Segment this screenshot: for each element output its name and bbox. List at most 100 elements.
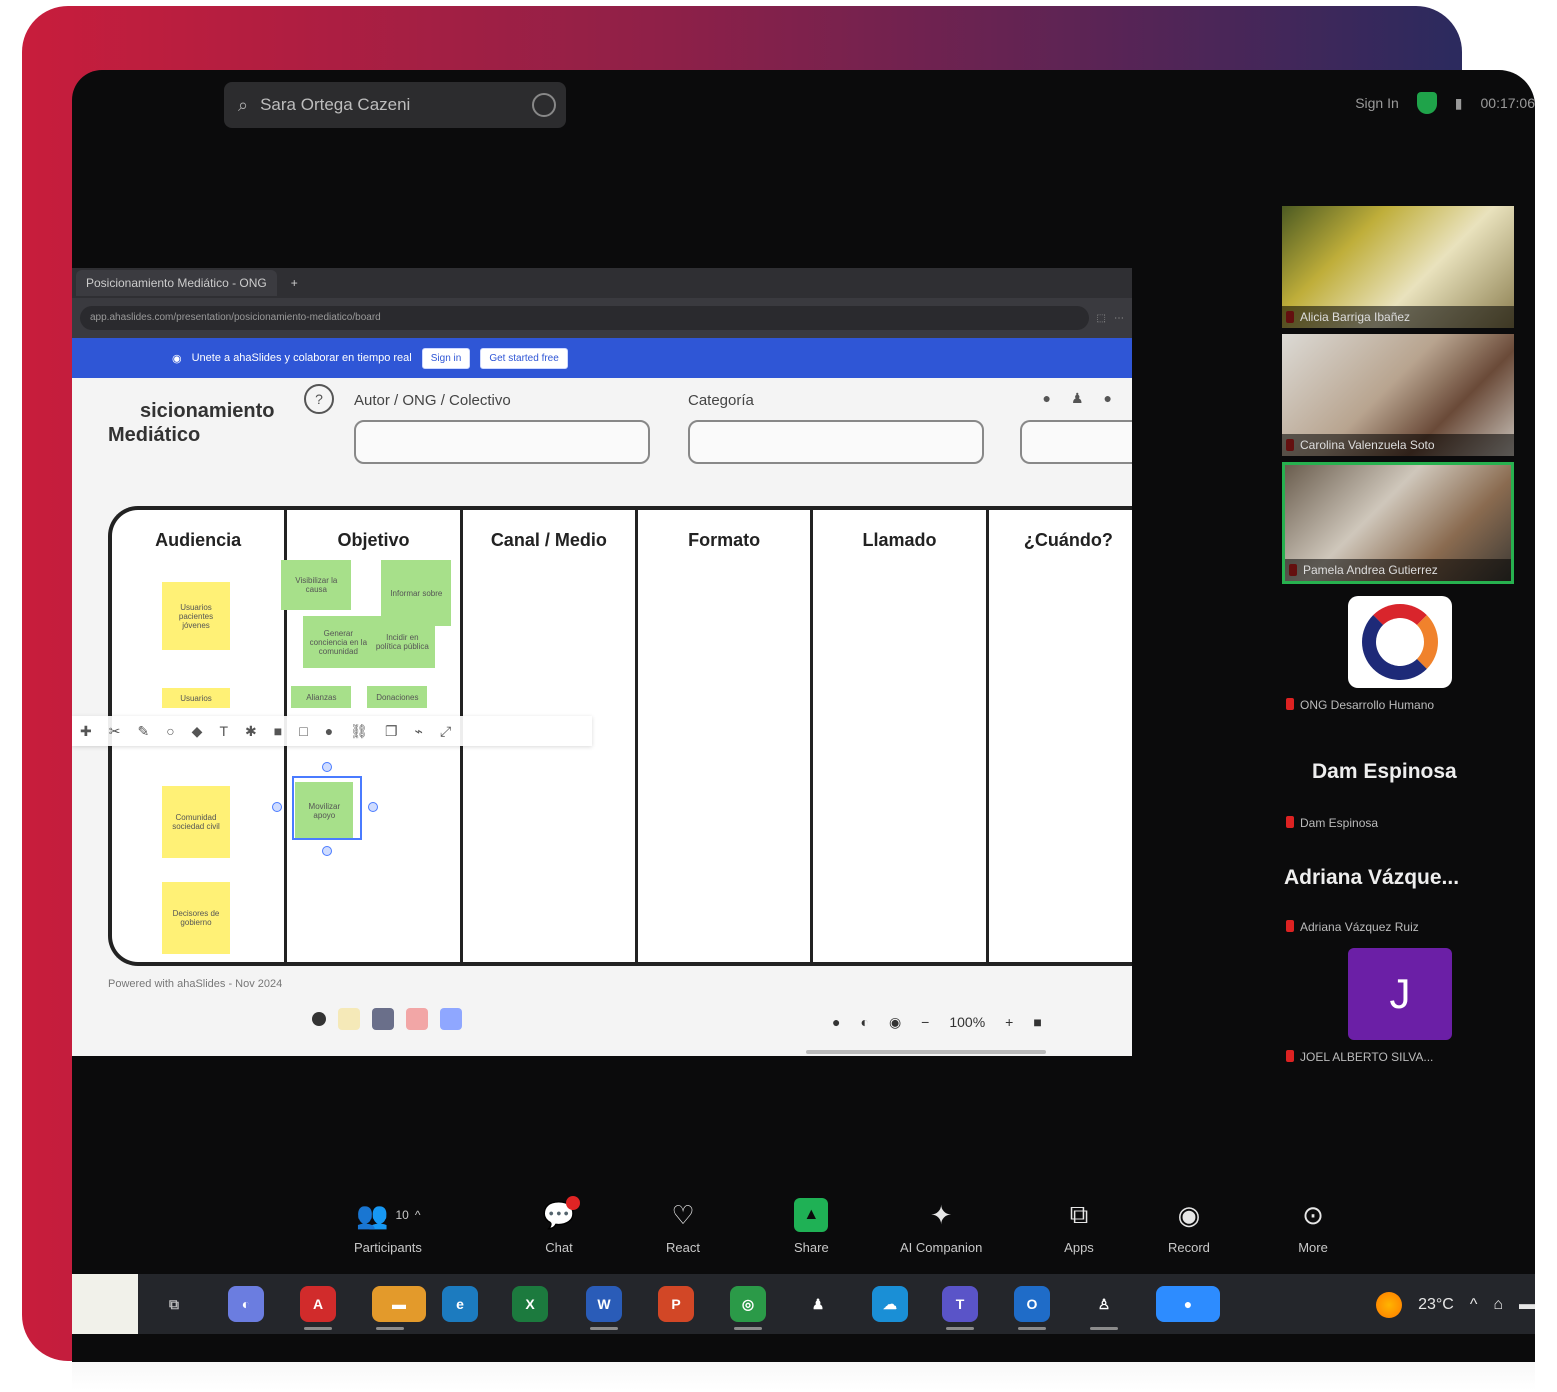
record-button[interactable]: ◉ Record	[1168, 1198, 1210, 1256]
copy-icon[interactable]: ❐	[385, 723, 398, 740]
ai-companion-button[interactable]: ✦ AI Companion	[900, 1198, 982, 1256]
share-button[interactable]: ▲ Share	[794, 1198, 829, 1255]
tray-chevron-icon[interactable]: ^	[1470, 1296, 1478, 1314]
browser-menu-icon[interactable]: ⋯	[1114, 313, 1124, 324]
help-icon[interactable]: ?	[304, 384, 334, 414]
volume-icon[interactable]: ▬	[1519, 1296, 1535, 1314]
redo-icon[interactable]: ◐	[860, 1014, 868, 1031]
link-icon[interactable]: ⛓	[350, 723, 368, 740]
meeting-search-box[interactable]: ⌕ Sara Ortega Cazeni	[224, 82, 566, 128]
border-icon[interactable]: □	[299, 723, 307, 739]
apps-button[interactable]: ⧉ Apps	[1062, 1198, 1096, 1255]
excel-icon[interactable]: X	[512, 1286, 548, 1322]
sticky-note[interactable]: Comunidad sociedad civil	[162, 786, 230, 858]
outlook-icon[interactable]: O	[1014, 1286, 1050, 1330]
template-tool-icon[interactable]	[440, 1008, 462, 1030]
participant-video[interactable]: Carolina Valenzuela Soto	[1282, 334, 1514, 456]
participant-tile[interactable]: Adriana Vázque... Adriana Vázquez Ruiz	[1282, 838, 1514, 942]
sticky-tool-icon[interactable]	[338, 1008, 360, 1030]
clear-icon[interactable]	[532, 93, 556, 117]
pen-icon[interactable]: ✎	[137, 723, 149, 740]
address-bar[interactable]: app.ahaslides.com/presentation/posiciona…	[80, 306, 1089, 330]
browser-tab[interactable]: Posicionamiento Mediático - ONG	[76, 270, 277, 296]
zoom-app-icon[interactable]: ●	[1156, 1286, 1220, 1322]
participant-video[interactable]: Alicia Barriga Ibañez	[1282, 206, 1514, 328]
fit-icon[interactable]: ◉	[889, 1014, 901, 1031]
add-icon[interactable]: ✚	[80, 723, 92, 740]
teams-icon[interactable]: T	[942, 1286, 978, 1330]
resize-handle[interactable]	[368, 802, 378, 812]
resize-handle[interactable]	[322, 846, 332, 856]
react-button[interactable]: ♡ React	[666, 1198, 700, 1256]
user-icon[interactable]: ♟	[1071, 390, 1084, 407]
fill-icon[interactable]: ■	[274, 723, 282, 739]
chat-button[interactable]: 💬 Chat	[542, 1196, 580, 1255]
share-board-icon[interactable]: ●	[1043, 390, 1051, 407]
edge-icon[interactable]: e	[442, 1286, 478, 1322]
rotate-handle[interactable]	[322, 762, 332, 772]
person-app-icon[interactable]: ♙	[1086, 1286, 1122, 1330]
share-label: Share	[794, 1240, 829, 1255]
participants-button[interactable]: 👥 10 ^ Participants	[354, 1198, 422, 1256]
network-icon[interactable]: ⌂	[1493, 1296, 1503, 1314]
cut-icon[interactable]: ✂	[109, 723, 121, 740]
browser-extension-icon[interactable]: ⬚	[1097, 313, 1106, 324]
minimap-icon[interactable]: ■	[1033, 1014, 1041, 1031]
participant-tile-logo[interactable]: ONG Desarrollo Humano	[1282, 590, 1514, 720]
pointer-tool-icon[interactable]	[312, 1012, 326, 1026]
shape-tool-icon[interactable]	[406, 1008, 428, 1030]
cloud-app-icon[interactable]: ☁	[872, 1286, 908, 1322]
acrobat-icon[interactable]: A	[300, 1286, 336, 1330]
lock-icon[interactable]: ⌁	[415, 723, 423, 740]
powerpoint-icon[interactable]: P	[658, 1286, 694, 1322]
selection-box[interactable]	[292, 776, 362, 840]
text-icon[interactable]: T	[219, 723, 228, 739]
sticky-note[interactable]: Decisores de gobierno	[162, 882, 230, 954]
weather-widget-thumbnail[interactable]	[72, 1274, 138, 1334]
new-tab-icon[interactable]: +	[291, 276, 298, 290]
participant-display-name: Dam Espinosa	[1312, 760, 1457, 783]
whiteboard-canvas[interactable]: sicionamiento Mediático ? Autor / ONG / …	[72, 378, 1132, 1056]
settings-icon[interactable]: ●	[1104, 390, 1112, 407]
expand-icon[interactable]: ⤢	[440, 723, 451, 740]
more-button[interactable]: ⊙ More	[1296, 1198, 1330, 1256]
sign-in-link[interactable]: Sign In	[1355, 95, 1399, 111]
active-speaker-video[interactable]: Pamela Andrea Gutierrez	[1282, 462, 1514, 584]
chrome-icon[interactable]: ◎	[730, 1286, 766, 1330]
column-header: Llamado	[862, 530, 937, 550]
sticky-note[interactable]: Usuarios	[162, 688, 230, 708]
color-icon[interactable]: ○	[166, 723, 174, 739]
bold-icon[interactable]: ✱	[245, 723, 257, 740]
shape-icon[interactable]: ◆	[192, 723, 203, 740]
horizontal-scrollbar[interactable]	[806, 1050, 1046, 1054]
undo-icon[interactable]: ●	[832, 1014, 840, 1031]
pin-app-icon[interactable]: ♟	[800, 1286, 836, 1322]
participant-tile[interactable]: J JOEL ALBERTO SILVA...	[1282, 942, 1514, 1072]
extra-field[interactable]	[1020, 420, 1132, 464]
author-field[interactable]	[354, 420, 650, 464]
layer-icon[interactable]: ●	[325, 723, 333, 739]
zoom-in-icon[interactable]: +	[1005, 1014, 1013, 1031]
sticky-note[interactable]: Alianzas	[291, 686, 352, 708]
sticky-note[interactable]: Visibilizar la causa	[281, 560, 352, 610]
file-explorer-icon[interactable]: ▬	[372, 1286, 426, 1330]
category-field[interactable]	[688, 420, 984, 464]
banner-signin-button[interactable]: Sign in	[421, 347, 471, 369]
word-icon[interactable]: W	[586, 1286, 622, 1330]
sticky-note[interactable]: Usuarios pacientes jóvenes	[162, 582, 230, 650]
sticky-note[interactable]: Donaciones	[367, 686, 428, 708]
sticky-note[interactable]: Generar conciencia en la comunidad	[303, 616, 374, 668]
task-view-icon[interactable]: ⧉	[156, 1286, 192, 1322]
security-shield-icon[interactable]	[1416, 92, 1437, 114]
zoom-out-icon[interactable]: −	[921, 1014, 929, 1031]
banner-getstarted-button[interactable]: Get started free	[480, 347, 568, 369]
copilot-icon[interactable]: ◐	[228, 1286, 264, 1322]
taskbar-indicator	[304, 1327, 332, 1330]
chevron-up-icon[interactable]: ^	[415, 1208, 421, 1222]
participant-tile[interactable]: Dam Espinosa Dam Espinosa	[1282, 720, 1514, 838]
image-tool-icon[interactable]	[372, 1008, 394, 1030]
participant-display-name: Adriana Vázque...	[1284, 866, 1460, 889]
sticky-note[interactable]: Incidir en política pública	[369, 616, 436, 668]
taskbar-indicator	[1018, 1327, 1046, 1330]
resize-handle[interactable]	[272, 802, 282, 812]
